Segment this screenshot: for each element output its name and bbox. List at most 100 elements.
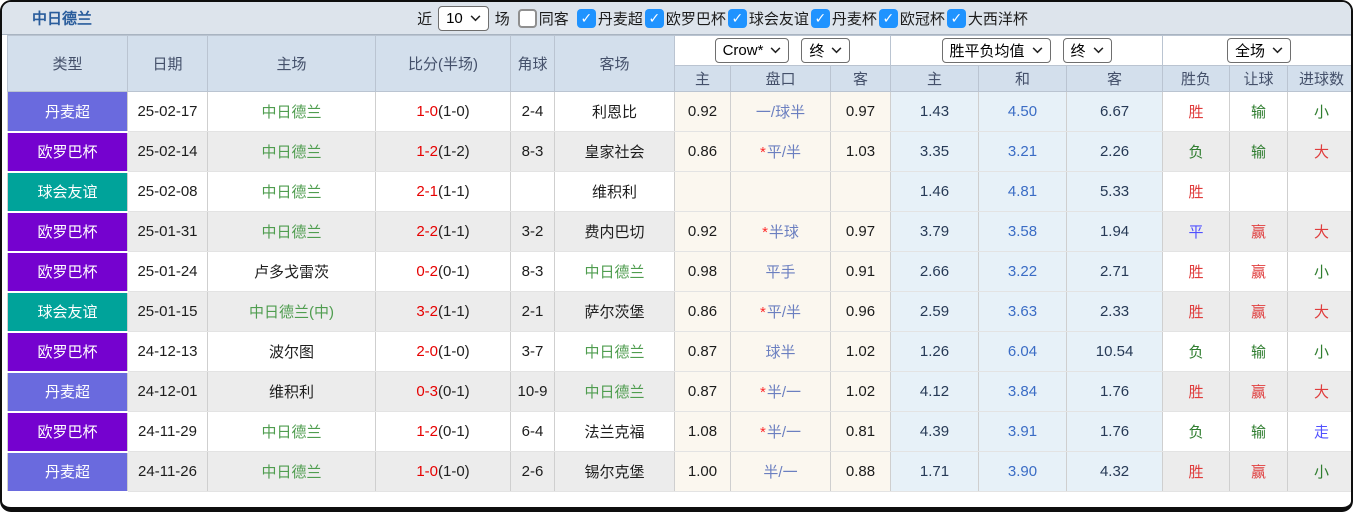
- corners: 8-3: [510, 251, 555, 292]
- result-handicap: 输: [1229, 411, 1289, 452]
- result-goals: 大: [1287, 371, 1351, 412]
- col-header-ah-away: 客: [829, 65, 892, 92]
- result-wdl: 胜: [1162, 91, 1231, 132]
- corners: 8-3: [510, 131, 555, 172]
- corners: 2-4: [510, 91, 555, 132]
- league-checkbox[interactable]: ✓: [946, 8, 966, 28]
- handicap-stage-value: 终: [809, 43, 825, 60]
- avg-home-odds: 1.46: [890, 171, 980, 212]
- ah-away-odds: 0.97: [829, 211, 892, 252]
- fulltime-score: 0-2: [416, 263, 438, 280]
- match-date: 25-01-31: [127, 211, 208, 252]
- corners: 2-6: [510, 451, 555, 492]
- avg-draw-odds: 3.90: [978, 451, 1068, 492]
- score-cell: 0-2(0-1): [375, 251, 511, 292]
- ah-home-odds: 0.98: [674, 251, 731, 292]
- ah-line: *平/半: [730, 131, 831, 172]
- ah-line-text: 平手: [765, 264, 796, 281]
- home-team: 卢多戈雷茨: [207, 251, 376, 292]
- match-date: 25-01-24: [127, 251, 208, 292]
- result-handicap: [1229, 171, 1289, 212]
- league-filter-label: 球会友谊: [748, 10, 809, 28]
- fulltime-score: 1-0: [416, 463, 438, 480]
- odds-type-value: 胜平负均值: [949, 43, 1025, 60]
- ah-home-odds: 0.92: [674, 91, 731, 132]
- col-header-score: 比分(半场): [375, 35, 511, 92]
- bookmaker-select[interactable]: Crow*: [714, 38, 790, 63]
- league-badge: 丹麦超: [7, 371, 128, 413]
- odds-type-select[interactable]: 胜平负均值: [941, 38, 1051, 63]
- league-checkbox[interactable]: ✓: [878, 8, 898, 28]
- col-header-avg-draw: 和: [978, 65, 1068, 92]
- bookmaker-select-value: Crow*: [722, 42, 764, 59]
- away-team: 皇家社会: [554, 131, 675, 172]
- league-filter: ✓ 丹麦杯: [810, 8, 877, 29]
- halftime-score: (0-1): [438, 383, 470, 400]
- result-goals: 大: [1287, 211, 1351, 252]
- handicap-stage-select[interactable]: 终: [801, 38, 851, 63]
- league-checkbox[interactable]: ✓: [727, 8, 747, 28]
- league-checkbox[interactable]: ✓: [644, 8, 664, 28]
- fulltime-score: 3-2: [416, 303, 438, 320]
- match-row: 丹麦超 24-12-01 维积利 0-3(0-1) 10-9 中日德兰 0.87 *半/一 1.…: [7, 371, 1351, 413]
- halftime-score: (1-2): [438, 143, 470, 160]
- match-row: 欧罗巴杯 24-12-13 波尔图 2-0(1-0) 3-7 中日德兰 0.87 球半 1.02…: [7, 331, 1351, 373]
- league-badge: 欧罗巴杯: [7, 411, 128, 453]
- fulltime-score: 1-2: [416, 143, 438, 160]
- odds-group-header: 胜平负均值 终: [890, 35, 1164, 66]
- col-header-ah-home: 主: [674, 65, 731, 92]
- avg-home-odds: 4.39: [890, 411, 980, 452]
- league-filter: ✓ 大西洋杯: [946, 8, 1028, 29]
- ah-home-odds: 0.86: [674, 131, 731, 172]
- fulltime-score: 1-2: [416, 423, 438, 440]
- fulltime-score: 2-1: [416, 183, 438, 200]
- away-team: 中日德兰: [554, 251, 675, 292]
- ah-star: *: [762, 224, 768, 241]
- ah-away-odds: 0.81: [829, 411, 892, 452]
- odds-stage-select[interactable]: 终: [1062, 38, 1112, 63]
- league-checkbox[interactable]: ✓: [576, 8, 596, 28]
- odds-stage-value: 终: [1070, 43, 1086, 60]
- avg-away-odds: 6.67: [1066, 91, 1164, 132]
- avg-home-odds: 2.66: [890, 251, 980, 292]
- result-goals: 大: [1287, 291, 1351, 332]
- score-cell: 3-2(1-1): [375, 291, 511, 332]
- ah-away-odds: 0.88: [829, 451, 892, 492]
- away-team: 萨尔茨堡: [554, 291, 675, 332]
- halftime-score: (1-0): [438, 463, 470, 480]
- corners: 10-9: [510, 371, 555, 412]
- halftime-score: (0-1): [438, 263, 470, 280]
- away-team: 利恩比: [554, 91, 675, 132]
- result-scope-select[interactable]: 全场: [1227, 38, 1292, 63]
- result-goals: 小: [1287, 331, 1351, 372]
- league-badge: 球会友谊: [7, 291, 128, 333]
- result-goals: [1287, 171, 1351, 212]
- league-filter: ✓ 丹麦超: [576, 8, 643, 29]
- match-date: 24-11-26: [127, 451, 208, 492]
- col-header-avg-away: 客: [1066, 65, 1164, 92]
- col-header-wdl: 胜负: [1162, 65, 1231, 92]
- league-checkbox[interactable]: ✓: [810, 8, 830, 28]
- ah-star: *: [759, 384, 766, 401]
- match-stats-panel: 中日德兰 近 10 场 同客 ✓ 丹麦超 ✓ 欧罗巴杯 ✓ 球会友谊 ✓ 丹麦杯 ✓ 欧冠杯 ✓ 大西…: [0, 0, 1353, 512]
- corners: [510, 171, 555, 212]
- chevron-down-icon: [832, 47, 842, 54]
- table-container: 类型 日期 主场 比分(半场) 角球 客场 Crow* 终 胜平负均值 终 全场…: [2, 35, 1351, 493]
- home-team: 中日德兰: [207, 451, 376, 492]
- recent-count-select[interactable]: 10: [438, 5, 489, 31]
- chevron-down-icon: [1032, 47, 1042, 54]
- col-header-type: 类型: [7, 35, 128, 92]
- ah-home-odds: 0.92: [674, 211, 731, 252]
- match-date: 25-01-15: [127, 291, 208, 332]
- same-venue-checkbox[interactable]: [517, 8, 537, 28]
- avg-away-odds: 1.94: [1066, 211, 1164, 252]
- home-team: 中日德兰: [207, 411, 376, 452]
- result-goals: 大: [1287, 131, 1351, 172]
- league-filter: ✓ 球会友谊: [727, 8, 809, 29]
- match-row: 丹麦超 25-02-17 中日德兰 1-0(1-0) 2-4 利恩比 0.92 一/球半 0.9…: [7, 91, 1351, 133]
- avg-draw-odds: 3.84: [978, 371, 1068, 412]
- result-group-header: 全场: [1162, 35, 1351, 66]
- home-team: 波尔图: [207, 331, 376, 372]
- halftime-score: (1-0): [438, 343, 470, 360]
- halftime-score: (1-1): [438, 303, 470, 320]
